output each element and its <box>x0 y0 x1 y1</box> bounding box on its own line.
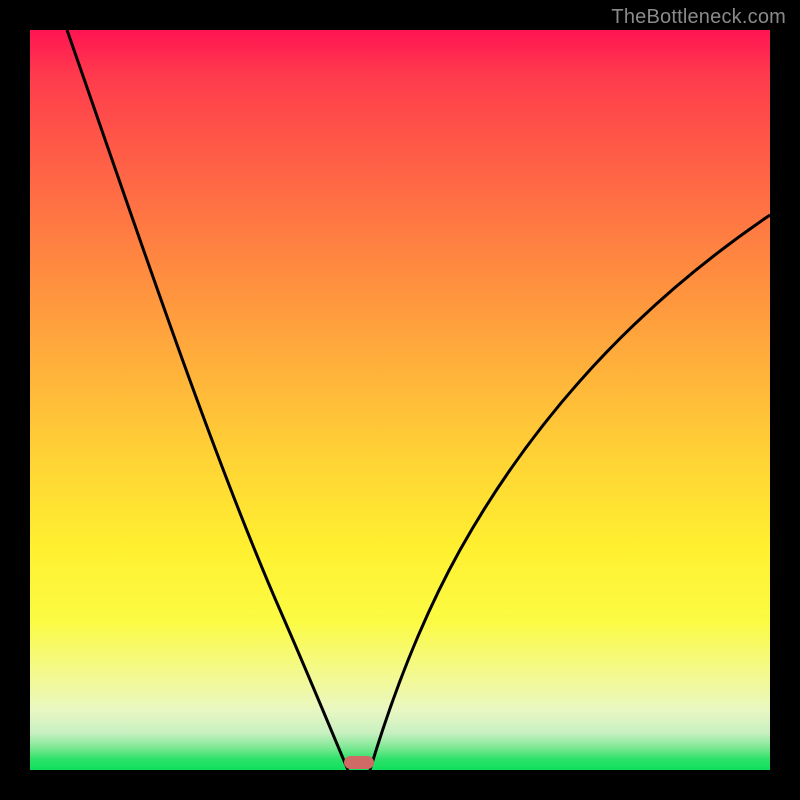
chart-frame: TheBottleneck.com <box>0 0 800 800</box>
right-curve <box>370 215 770 770</box>
watermark-text: TheBottleneck.com <box>611 6 786 29</box>
left-curve <box>67 30 348 770</box>
bottleneck-marker <box>344 756 374 769</box>
plot-area <box>30 30 770 770</box>
curve-layer <box>30 30 770 770</box>
